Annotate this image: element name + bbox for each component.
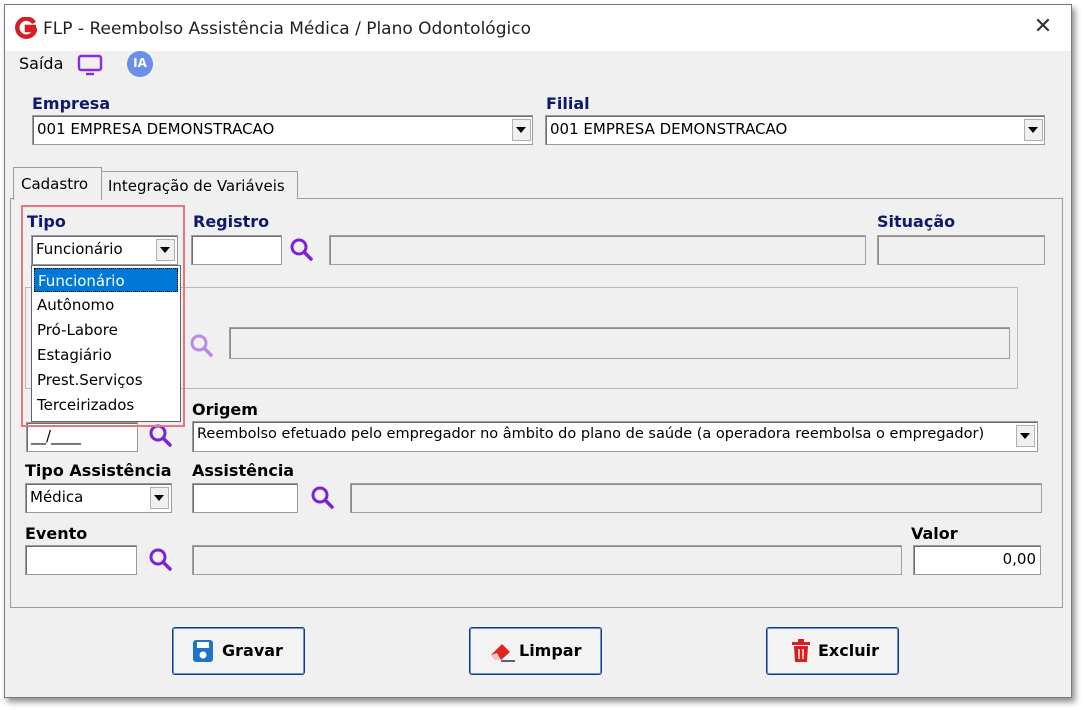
evento-label: Evento — [25, 524, 88, 543]
situacao-field — [877, 235, 1045, 265]
monitor-icon[interactable] — [77, 53, 103, 77]
tipo-assistencia-value: Médica — [30, 488, 84, 506]
empresa-value: 001 EMPRESA DEMONSTRACAO — [37, 120, 275, 138]
empresa-select[interactable]: 001 EMPRESA DEMONSTRACAO — [32, 115, 533, 145]
filial-label: Filial — [546, 94, 590, 113]
excluir-label: Excluir — [818, 641, 879, 660]
assistencia-label: Assistência — [192, 461, 295, 480]
ia-label: IA — [133, 56, 147, 70]
chevron-down-icon[interactable] — [150, 487, 169, 509]
save-icon — [193, 640, 213, 662]
tab-integracao-variaveis[interactable]: Integração de Variáveis — [101, 171, 298, 199]
origem-select[interactable]: Reembolso efetuado pelo empregador no âm… — [192, 421, 1038, 452]
evento-input[interactable] — [25, 545, 137, 575]
ia-icon[interactable]: IA — [127, 51, 153, 77]
tab-cadastro[interactable]: Cadastro — [13, 167, 102, 200]
tab-integracao-label: Integração de Variáveis — [108, 177, 285, 195]
origem-label: Origem — [192, 400, 258, 419]
chevron-down-icon[interactable] — [1024, 119, 1043, 141]
trash-icon — [792, 639, 810, 662]
valor-value: 0,00 — [1002, 550, 1036, 568]
gravar-button[interactable]: Gravar — [172, 627, 305, 675]
chevron-down-icon[interactable] — [512, 119, 531, 141]
group-description-field — [229, 327, 1010, 359]
app-window: FLP - Reembolso Assistência Médica / Pla… — [4, 4, 1072, 698]
filial-select[interactable]: 001 EMPRESA DEMONSTRACAO — [545, 115, 1045, 145]
tipo-assistencia-select[interactable]: Médica — [25, 483, 172, 513]
search-icon[interactable] — [309, 485, 335, 511]
registro-input[interactable] — [191, 235, 282, 265]
app-logo-icon — [15, 17, 37, 39]
eraser-icon — [491, 644, 515, 662]
competencia-value: __/____ — [31, 427, 82, 445]
search-icon[interactable] — [288, 237, 314, 263]
assistencia-input[interactable] — [192, 483, 298, 513]
menu-saida[interactable]: Saída — [19, 54, 63, 73]
gravar-label: Gravar — [222, 641, 283, 660]
limpar-button[interactable]: Limpar — [469, 627, 602, 675]
empresa-label: Empresa — [32, 94, 111, 113]
valor-input[interactable]: 0,00 — [913, 545, 1041, 575]
tipo-assistencia-label: Tipo Assistência — [25, 461, 172, 480]
title-bar: FLP - Reembolso Assistência Médica / Pla… — [5, 5, 1071, 51]
evento-description — [192, 545, 902, 575]
window-title: FLP - Reembolso Assistência Médica / Pla… — [43, 19, 531, 39]
search-icon[interactable] — [188, 333, 214, 359]
situacao-label: Situação — [877, 212, 956, 231]
tab-cadastro-label: Cadastro — [21, 175, 89, 193]
origem-value: Reembolso efetuado pelo empregador no âm… — [197, 426, 985, 442]
excluir-button[interactable]: Excluir — [766, 627, 899, 675]
limpar-label: Limpar — [519, 641, 582, 660]
highlight-box — [21, 205, 185, 427]
valor-label: Valor — [911, 524, 958, 543]
close-icon[interactable]: ✕ — [1029, 13, 1057, 41]
chevron-down-icon[interactable] — [1016, 425, 1035, 447]
registro-description — [329, 235, 866, 265]
search-icon[interactable] — [147, 547, 173, 573]
assistencia-description — [350, 483, 1042, 513]
filial-value: 001 EMPRESA DEMONSTRACAO — [550, 120, 788, 138]
registro-label: Registro — [193, 212, 270, 231]
